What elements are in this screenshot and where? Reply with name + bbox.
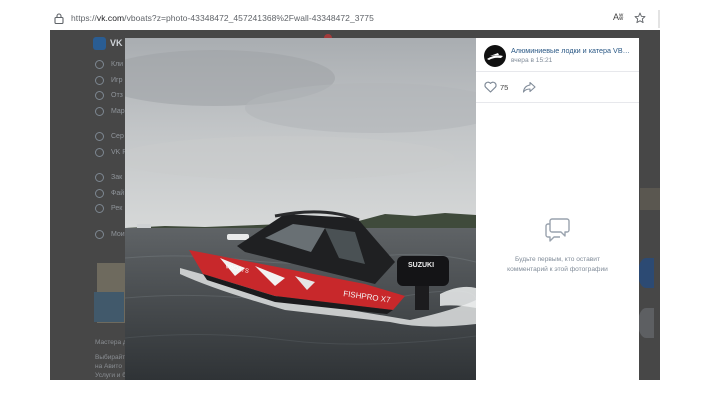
- menu-item-vkpay[interactable]: VK P: [95, 145, 127, 161]
- user-icon: [95, 60, 104, 70]
- divider: [476, 102, 639, 103]
- files-icon: [95, 188, 104, 198]
- menu-item-label: Кли: [111, 61, 124, 69]
- group-name-link[interactable]: Алюминиевые лодки и катера VBO...: [511, 46, 633, 55]
- services-icon: [95, 132, 104, 142]
- menu-item-label: Отз: [111, 92, 123, 100]
- ads-icon: [95, 204, 104, 214]
- url-prefix: https://: [71, 13, 97, 23]
- ad-line: на Авито: [95, 363, 122, 370]
- vk-logo-icon[interactable]: [93, 37, 106, 50]
- menu-item-reviews[interactable]: Отз: [95, 88, 127, 104]
- comments-icon: [545, 218, 570, 242]
- menu-item-label: Сер: [111, 133, 124, 141]
- photo-info-panel: Алюминиевые лодки и катера VBO... вчера …: [476, 38, 639, 380]
- market-icon: [95, 106, 104, 116]
- games-icon: [95, 75, 104, 85]
- ad-text-block[interactable]: Мастера д Выбирайт на Авито Услуги и б: [95, 338, 127, 380]
- boat-logo-icon: [487, 53, 503, 60]
- url-path: /vboats?z=photo-43348472_457241368%2Fwal…: [124, 13, 374, 23]
- empty-comments-message: Будьте первым, кто оставит комментарий к…: [496, 255, 619, 275]
- menu-item-services[interactable]: Сер: [95, 129, 127, 145]
- toolbar-divider: [658, 10, 660, 28]
- menu-item-label: Мои: [111, 230, 125, 238]
- bookmarks-icon: [95, 173, 104, 183]
- menu-item-market[interactable]: Мар: [95, 104, 127, 120]
- menu-item-files[interactable]: Фай: [95, 186, 127, 202]
- read-aloud-icon[interactable]: Aʬ: [613, 12, 623, 22]
- right-thumbnail[interactable]: [638, 258, 654, 288]
- menu-item-bookmarks[interactable]: Зак: [95, 170, 127, 186]
- divider: [476, 71, 639, 72]
- menu-item-label: Мар: [111, 107, 125, 115]
- url-field[interactable]: https://vk.com/vboats?z=photo-43348472_4…: [71, 13, 374, 23]
- menu-item-label: Рек: [111, 205, 123, 213]
- menu-item-label: Игр: [111, 76, 123, 84]
- motor-brand-text: SUZUKI: [408, 262, 434, 269]
- post-time[interactable]: вчера в 15:21: [511, 57, 552, 64]
- vk-logo-text: VK: [110, 38, 123, 48]
- menu-item-games[interactable]: Игр: [95, 73, 127, 89]
- ad-line: Выбирайт: [95, 354, 126, 361]
- apps-icon: [95, 229, 104, 239]
- menu-item-label: Зак: [111, 174, 123, 182]
- ad-line: Услуги и б: [95, 372, 126, 379]
- boat-photo-illustration: FISHPRO X7 VBOATS SUZUKI: [125, 38, 476, 380]
- group-avatar[interactable]: [484, 45, 506, 67]
- ad-thumbnail-overlay: [94, 292, 124, 322]
- vkpay-icon: [95, 147, 104, 157]
- menu-item-clients[interactable]: Кли: [95, 57, 127, 73]
- menu-item-apps[interactable]: Мои: [95, 227, 127, 243]
- menu-item-label: Фай: [111, 189, 125, 197]
- ad-line: Мастера д: [95, 339, 127, 346]
- empty-comments-line: Будьте первым, кто оставит: [514, 256, 600, 263]
- like-count[interactable]: 75: [500, 83, 508, 92]
- url-host: vk.com: [96, 13, 125, 23]
- reviews-icon: [95, 91, 104, 101]
- right-thumbnail[interactable]: [640, 188, 660, 210]
- menu-item-ads[interactable]: Рек: [95, 201, 127, 217]
- vk-left-menu: Кли Игр Отз Мар Сер VK P Зак Фай Рек Мои: [95, 57, 127, 242]
- heart-icon[interactable]: [484, 81, 497, 93]
- share-icon[interactable]: [522, 81, 536, 93]
- favorite-star-icon[interactable]: [634, 12, 646, 24]
- boat-photo[interactable]: FISHPRO X7 VBOATS SUZUKI: [125, 38, 476, 380]
- empty-comments-line: комментарий к этой фотографии: [507, 266, 608, 273]
- right-thumbnail[interactable]: [638, 308, 654, 338]
- lock-icon[interactable]: [54, 13, 64, 24]
